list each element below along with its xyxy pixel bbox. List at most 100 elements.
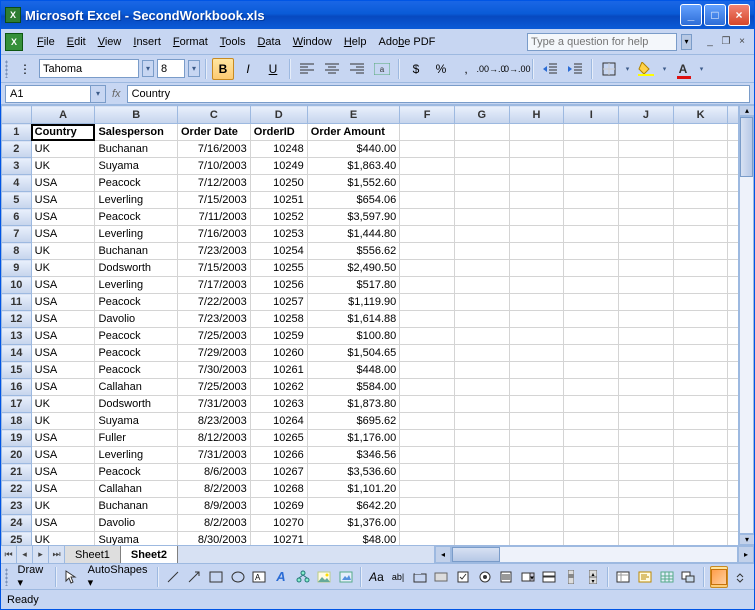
cell[interactable] [673, 141, 728, 158]
cell[interactable] [400, 158, 455, 175]
cell[interactable] [400, 430, 455, 447]
cell[interactable]: 10251 [250, 192, 307, 209]
cell[interactable] [619, 294, 674, 311]
cell[interactable] [400, 396, 455, 413]
cell[interactable] [564, 362, 619, 379]
vscroll-track[interactable] [739, 116, 754, 534]
doc-restore-button[interactable]: ❐ [718, 35, 734, 49]
font-name-box[interactable]: Tahoma [39, 59, 139, 78]
row-header[interactable]: 24 [2, 515, 32, 532]
cell[interactable] [564, 481, 619, 498]
currency-button[interactable]: $ [405, 58, 427, 80]
scroll-left-button[interactable]: ◂ [435, 546, 451, 563]
cell[interactable]: USA [31, 328, 95, 345]
cell[interactable] [564, 379, 619, 396]
cell[interactable] [454, 345, 509, 362]
cell[interactable] [673, 175, 728, 192]
cell[interactable]: Davolio [95, 311, 178, 328]
row-header[interactable]: 2 [2, 141, 32, 158]
minimize-button[interactable]: _ [680, 4, 702, 26]
cell[interactable]: Suyama [95, 532, 178, 546]
cell[interactable] [728, 175, 738, 192]
cell[interactable] [619, 311, 674, 328]
cell[interactable]: 10257 [250, 294, 307, 311]
cell[interactable] [564, 328, 619, 345]
cell[interactable] [509, 175, 564, 192]
cell[interactable] [400, 362, 455, 379]
cell[interactable] [564, 430, 619, 447]
cell[interactable]: USA [31, 345, 95, 362]
cell[interactable] [673, 396, 728, 413]
cell[interactable] [400, 345, 455, 362]
row-header[interactable]: 4 [2, 175, 32, 192]
cell[interactable]: 8/6/2003 [178, 464, 251, 481]
cell[interactable] [619, 226, 674, 243]
edit-box-button[interactable]: ab| [389, 566, 408, 588]
cell[interactable] [619, 345, 674, 362]
cell[interactable] [728, 124, 738, 141]
cell[interactable] [454, 447, 509, 464]
cell[interactable]: $1,101.20 [307, 481, 400, 498]
autoshapes-menu[interactable]: AutoShapes ▾ [84, 562, 152, 591]
cell[interactable]: $448.00 [307, 362, 400, 379]
row-header[interactable]: 20 [2, 447, 32, 464]
cell[interactable]: Suyama [95, 413, 178, 430]
cell[interactable] [509, 192, 564, 209]
cell[interactable]: 10261 [250, 362, 307, 379]
col-header-G[interactable]: G [454, 106, 509, 124]
cell[interactable]: 7/15/2003 [178, 260, 251, 277]
drawing-toolbar-grip[interactable] [5, 568, 8, 586]
cell[interactable] [564, 260, 619, 277]
cell[interactable]: UK [31, 260, 95, 277]
cell[interactable] [564, 345, 619, 362]
col-header-F[interactable]: F [400, 106, 455, 124]
checkbox-button[interactable] [454, 566, 473, 588]
cell[interactable] [509, 277, 564, 294]
cell[interactable]: 7/25/2003 [178, 328, 251, 345]
menu-data[interactable]: Data [251, 34, 286, 50]
cell[interactable] [400, 209, 455, 226]
cell[interactable]: 10249 [250, 158, 307, 175]
cell[interactable] [728, 311, 738, 328]
row-header[interactable]: 17 [2, 396, 32, 413]
cell[interactable]: $584.00 [307, 379, 400, 396]
cell[interactable]: $48.00 [307, 532, 400, 546]
cell[interactable] [564, 447, 619, 464]
row-header[interactable]: 9 [2, 260, 32, 277]
cell[interactable]: 7/16/2003 [178, 226, 251, 243]
cell[interactable]: $3,597.90 [307, 209, 400, 226]
menu-file[interactable]: File [31, 34, 61, 50]
col-header-K[interactable]: K [673, 106, 728, 124]
cell[interactable]: USA [31, 464, 95, 481]
help-search-dropdown[interactable]: ▾ [681, 34, 692, 50]
cell[interactable]: $440.00 [307, 141, 400, 158]
cell[interactable]: Buchanan [95, 141, 178, 158]
bold-button[interactable]: B [212, 58, 234, 80]
menu-help[interactable]: Help [338, 34, 373, 50]
oval-button[interactable] [228, 566, 247, 588]
font-size-box[interactable]: 8 [157, 59, 185, 78]
cell[interactable] [509, 124, 564, 141]
cell[interactable] [400, 311, 455, 328]
cell[interactable]: USA [31, 209, 95, 226]
cell[interactable] [564, 277, 619, 294]
cell[interactable]: 8/9/2003 [178, 498, 251, 515]
cell[interactable] [619, 158, 674, 175]
col-header-I[interactable]: I [564, 106, 619, 124]
excel-icon[interactable]: X [5, 33, 23, 51]
cell[interactable] [509, 243, 564, 260]
cell[interactable]: 7/29/2003 [178, 345, 251, 362]
cell[interactable] [400, 413, 455, 430]
rectangle-button[interactable] [207, 566, 226, 588]
cell[interactable] [619, 243, 674, 260]
cell[interactable] [728, 362, 738, 379]
cell[interactable] [728, 192, 738, 209]
cell[interactable] [564, 515, 619, 532]
spinner-control-button[interactable]: ▴▾ [583, 566, 602, 588]
cell[interactable]: OrderID [250, 124, 307, 141]
run-dialog-button[interactable] [679, 566, 698, 588]
align-right-button[interactable] [346, 58, 368, 80]
cell[interactable]: 7/12/2003 [178, 175, 251, 192]
cell[interactable]: $346.56 [307, 447, 400, 464]
cell[interactable] [400, 515, 455, 532]
